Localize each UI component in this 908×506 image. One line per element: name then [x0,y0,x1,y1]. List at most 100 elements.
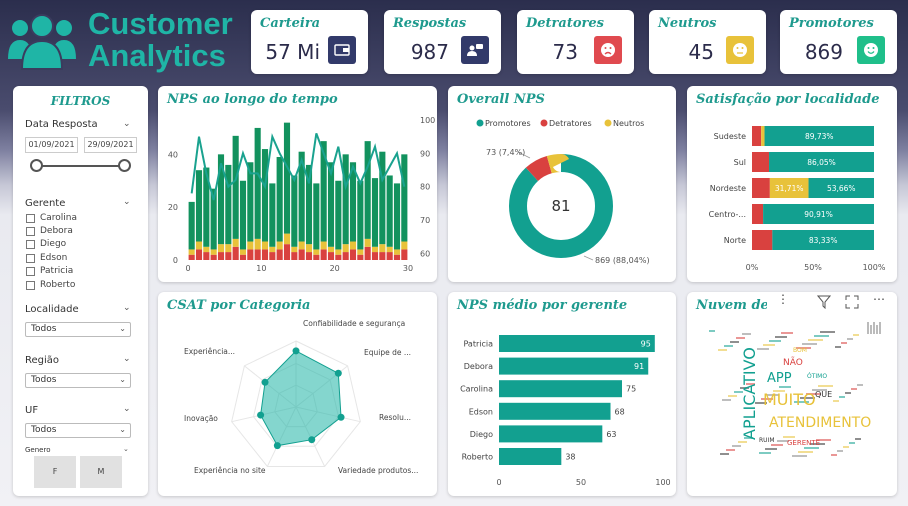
genero-m-button[interactable]: M [80,456,122,488]
bar-neutros [342,244,349,253]
y-tick-label: 0 [173,256,178,265]
more-options-icon[interactable]: ⋯ [873,292,885,306]
data-label: 75 [626,385,636,394]
radar-category-label: Experiência no site [194,466,266,475]
wordcloud-visual-icon [867,322,869,334]
radar-point [334,369,342,377]
word-filler [843,446,849,448]
word-filler [738,441,747,443]
bar-neutros [210,249,217,255]
x-tick-label: 50% [804,263,822,272]
bar-detratores [335,254,342,260]
word-filler [808,339,823,341]
chevron-down-icon: ⌄ [119,425,126,434]
kpi-neutros-card[interactable]: Neutros 45 [649,10,766,74]
word-filler [732,445,741,447]
word-filler [851,388,857,390]
word-filler [845,392,851,394]
chevron-down-icon[interactable]: ⌄ [123,354,131,364]
kpi-detratores-card[interactable]: Detratores 73 [517,10,634,74]
word-filler [792,455,807,457]
bar-detratores [386,252,393,260]
x-tick-label: 20 [330,264,340,273]
legend-marker [540,119,548,127]
kpi-carteira-card[interactable]: Carteira 57 Mi [251,10,368,74]
gerente-option[interactable]: Patricia [26,266,73,276]
bar-promotores [364,141,371,239]
legend-marker [604,119,612,127]
bar-neutros [203,246,210,253]
category-label: Nordeste [710,184,746,193]
gerente-card: NPS médio por gerente Patricia 95 Debora 91… [448,292,676,496]
date-end-input[interactable]: 29/09/2021 [84,137,137,153]
kpi-promotores-card[interactable]: Promotores 869 [780,10,897,74]
bar-neutros [283,233,291,245]
radar-point [273,442,281,450]
radar-point [292,347,300,355]
bar-promotores [188,201,195,250]
logo [6,9,78,71]
info-icon[interactable]: ⋮ [777,292,789,306]
bar-promotores [357,180,364,250]
chevron-down-icon: ⌄ [119,324,126,333]
wordcloud-chart: MUITO ATENDIMENTO APLICATIVO APP NÃO QUE GEREN… [709,322,881,457]
checkbox[interactable] [26,280,35,290]
y-tick-label: 40 [168,150,178,159]
slider-handle-end[interactable] [118,159,131,172]
chevron-down-icon[interactable]: ⌄ [123,445,129,453]
bar [499,402,611,420]
x-tick-label: 0% [746,263,759,272]
wordcloud-visual-icon [879,322,881,334]
gerente-option[interactable]: Roberto [26,280,75,290]
x-tick-label: 0 [496,478,501,487]
data-label: 53,66% [827,184,856,193]
radar-point [337,413,345,421]
chevron-down-icon[interactable]: ⌄ [123,303,131,313]
y-right-tick-label: 90 [420,149,430,158]
chevron-down-icon[interactable]: ⌄ [123,119,131,129]
bar-neutros [371,246,379,253]
category-label: Norte [724,236,746,245]
sad-face-icon [594,36,622,64]
gerente-option[interactable]: Edson [26,253,67,263]
y-right-tick-label: 80 [420,183,430,192]
date-start-input[interactable]: 01/09/2021 [25,137,78,153]
slider-handle-start[interactable] [30,159,43,172]
gerente-option[interactable]: Carolina [26,213,77,223]
bar-detratores [752,152,770,172]
kpi-respostas-card[interactable]: Respostas 987 [384,10,501,74]
gerente-option[interactable]: Diego [26,239,66,249]
checkbox[interactable] [26,266,35,276]
category-label: Roberto [462,453,494,462]
bar-detratores [188,254,195,260]
visual-toolbar: ⋮ ⋯ [767,292,897,312]
checkbox[interactable] [26,213,35,223]
kpi-value: 869 [804,40,843,64]
checkbox[interactable] [26,239,35,249]
word-filler [718,349,727,351]
genero-f-button[interactable]: F [34,456,76,488]
chevron-down-icon[interactable]: ⌄ [123,404,131,414]
checkbox[interactable] [26,226,35,236]
gerente-option[interactable]: Debora [26,226,73,236]
bar-detratores [254,249,261,260]
data-label: 68 [615,407,625,416]
bar-detratores [364,246,371,260]
word: RUIM [759,437,775,444]
x-tick-label: 100% [863,263,886,272]
word-filler [730,341,739,343]
localidade-dropdown[interactable]: Todos ⌄ [25,322,131,337]
bar-detratores [298,249,305,260]
bar-detratores [320,249,327,260]
focus-mode-icon[interactable] [845,295,859,309]
regiao-dropdown[interactable]: Todos ⌄ [25,373,131,388]
date-slider[interactable] [30,159,131,173]
word-filler [775,336,787,338]
chevron-down-icon[interactable]: ⌄ [123,197,131,207]
word-filler [818,385,833,387]
checkbox[interactable] [26,253,35,263]
bar-promotores [254,127,261,239]
uf-dropdown[interactable]: Todos ⌄ [25,423,131,438]
nps-time-card: NPS ao longo do tempo 0 20 40 60 70 80 90 100 0 1… [158,86,437,282]
filter-icon[interactable] [817,295,831,309]
